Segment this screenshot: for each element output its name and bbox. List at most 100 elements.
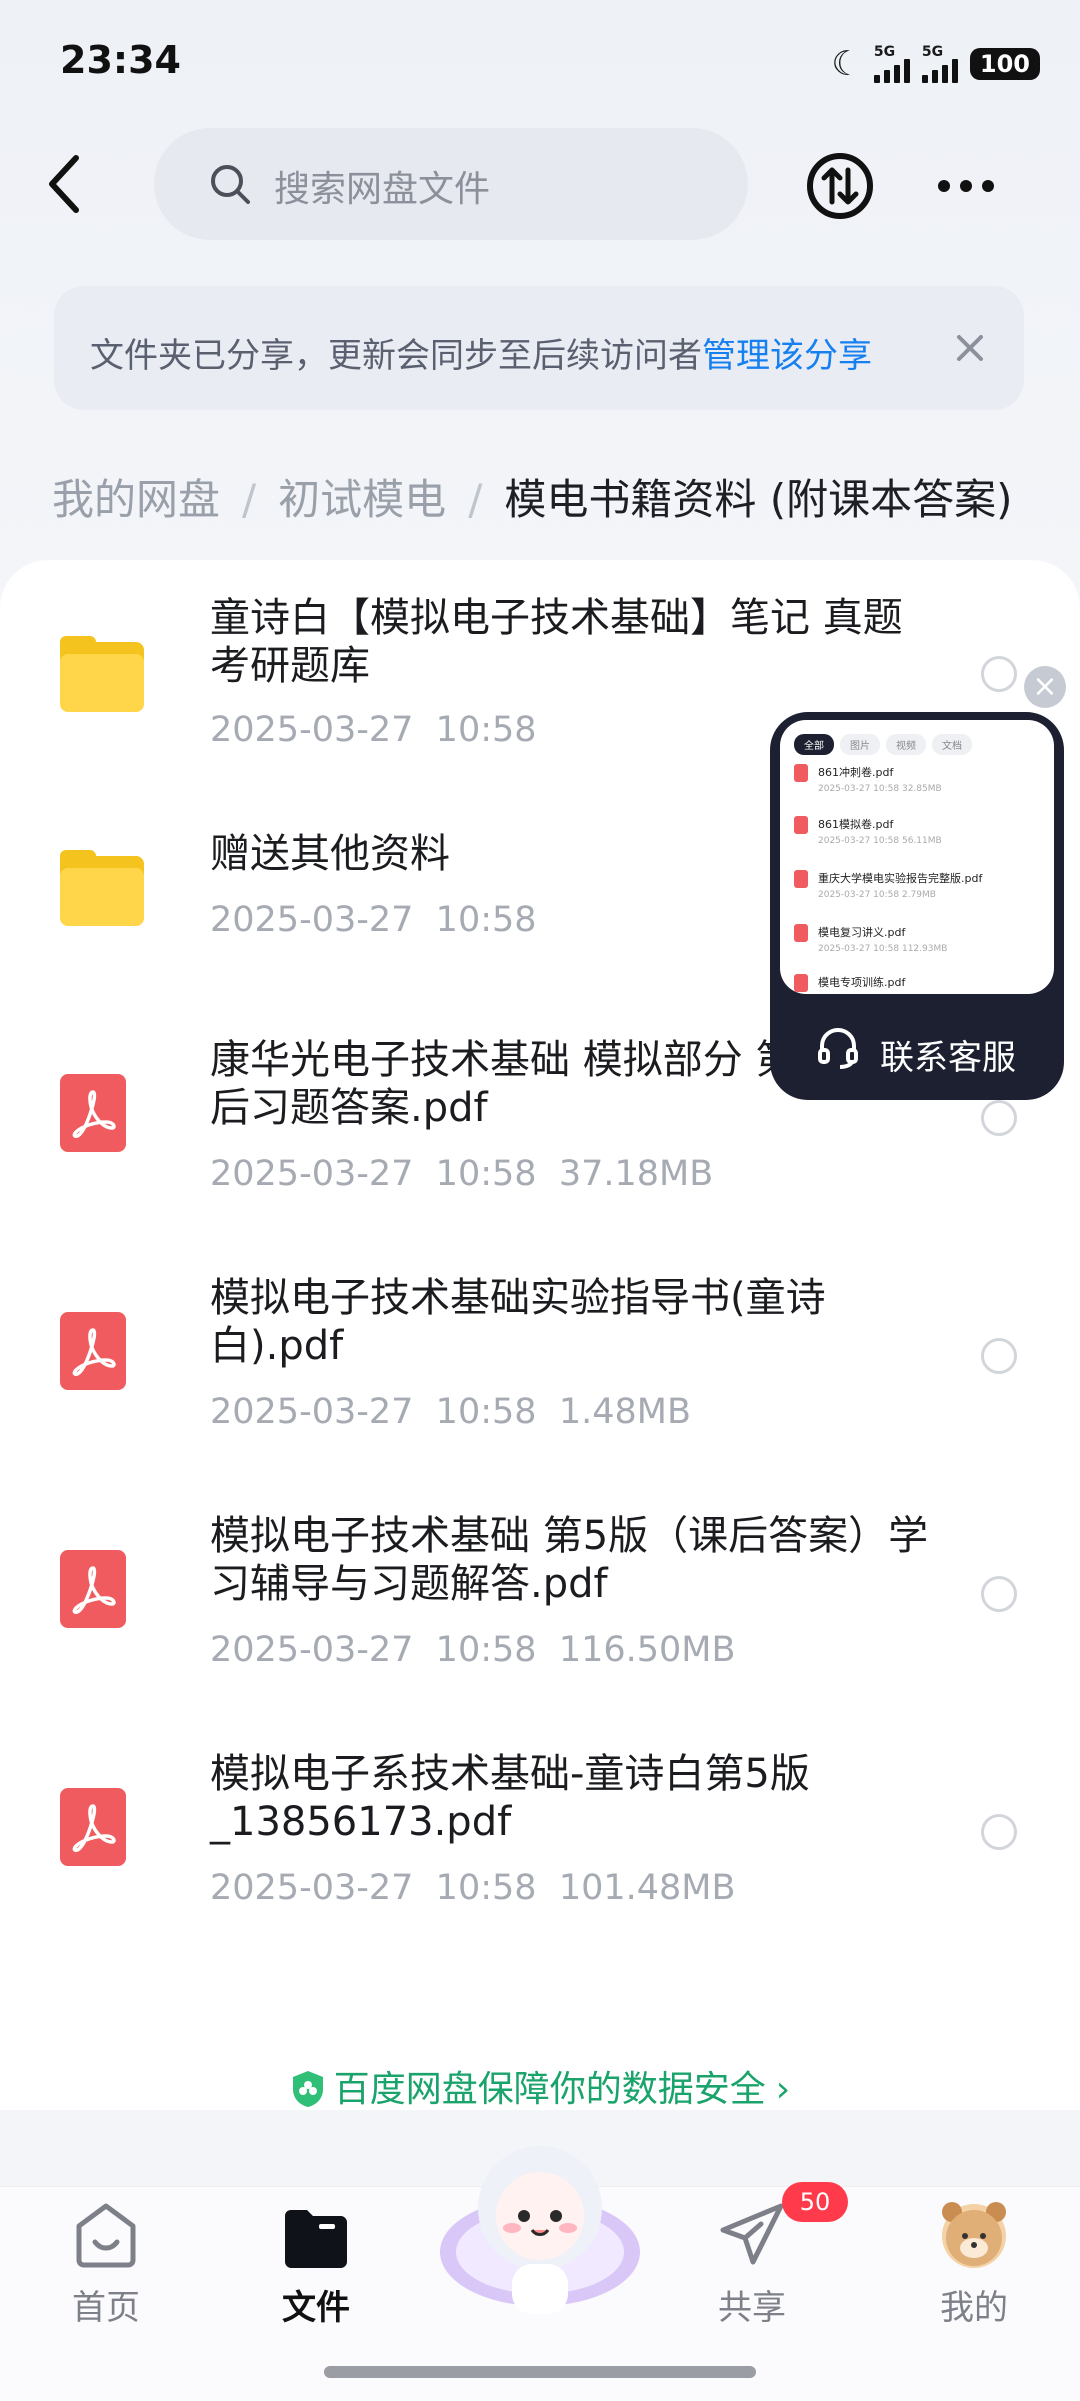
share-badge: 50	[782, 2182, 848, 2222]
file-name: 模拟电子技术基础 第5版（课后答案）学习辅导与习题解答.pdf	[210, 1513, 929, 1607]
list-item[interactable]: 模拟电子系技术基础-童诗白第5版_13856173.pdf 2025-03-27…	[0, 1750, 1080, 1920]
mini-file-meta: 2025-03-27 10:58 56.11MB	[818, 836, 942, 846]
status-time: 23:34	[60, 38, 181, 82]
file-name: 模拟电子系技术基础-童诗白第5版_13856173.pdf	[210, 1751, 810, 1845]
tab-home-label: 首页	[72, 2288, 140, 2328]
share-tip-message: 文件夹已分享，更新会同步至后续访问者	[90, 336, 702, 376]
file-size: 37.18MB	[558, 1154, 714, 1194]
transfer-button[interactable]	[806, 152, 874, 220]
file-date: 2025-03-27	[210, 710, 414, 750]
pdf-icon	[794, 870, 808, 888]
mini-file-name: 模电复习讲义.pdf	[818, 926, 906, 939]
folder-tab-icon	[285, 2210, 347, 2268]
home-icon	[76, 2203, 136, 2268]
pdf-icon	[60, 1074, 126, 1152]
mini-file-meta: 2025-03-27 10:58 112.93MB	[818, 944, 948, 954]
mini-tab: 图片	[840, 734, 880, 755]
mini-file-name: 861冲刺卷.pdf	[818, 766, 894, 779]
file-meta: 2025-03-27 10:58 1.48MB	[210, 1392, 691, 1432]
list-item[interactable]: 模拟电子技术基础 第5版（课后答案）学习辅导与习题解答.pdf 2025-03-…	[0, 1512, 1080, 1682]
file-name: 模拟电子技术基础实验指导书(童诗白).pdf	[210, 1275, 826, 1369]
safety-text: 百度网盘保障你的数据安全	[333, 2069, 766, 2110]
close-float-button[interactable]: ×	[1024, 666, 1066, 708]
chevron-right-icon: ›	[775, 2069, 791, 2110]
transfer-icon	[807, 153, 873, 219]
file-time: 10:58	[435, 1154, 537, 1194]
breadcrumb: 我的网盘 / 初试模电 / 模电书籍资料 (附课本答案)	[52, 466, 1012, 527]
preview-thumbnail: 全部 图片 视频 文档 861冲刺卷.pdf 2025-03-27 10:58 3…	[780, 720, 1054, 994]
file-time: 10:58	[435, 1630, 537, 1670]
pdf-icon	[794, 816, 808, 834]
breadcrumb-parent[interactable]: 初试模电	[278, 475, 446, 524]
file-size: 116.50MB	[558, 1630, 736, 1670]
file-size: 1.48MB	[558, 1392, 691, 1432]
signal-icon-2: 5G	[921, 45, 958, 83]
file-time: 10:58	[435, 1868, 537, 1908]
tab-share-label: 共享	[718, 2288, 786, 2328]
search-icon	[208, 162, 252, 210]
close-tip-button[interactable]	[956, 334, 984, 362]
pdf-icon	[794, 764, 808, 782]
pdf-icon	[60, 1550, 126, 1628]
pdf-icon	[60, 1788, 126, 1866]
mini-file-meta: 2025-03-27 10:58 32.85MB	[818, 784, 942, 794]
file-meta: 2025-03-27 10:58 101.48MB	[210, 1868, 736, 1908]
list-item[interactable]: 模拟电子技术基础实验指导书(童诗白).pdf 2025-03-27 10:58 …	[0, 1274, 1080, 1444]
status-icons: ☾ 5G 5G 100	[831, 42, 1040, 86]
safety-notice[interactable]: 百度网盘保障你的数据安全 ›	[0, 2060, 1080, 2112]
file-name: 童诗白【模拟电子技术基础】笔记 真题考研题库	[210, 595, 903, 689]
file-meta: 2025-03-27 10:58 116.50MB	[210, 1630, 736, 1670]
mini-file-name: 861模拟卷.pdf	[818, 818, 894, 831]
pdf-icon	[60, 1312, 126, 1390]
file-time: 10:58	[435, 710, 537, 750]
close-icon	[957, 335, 983, 361]
mini-list-item: 861模拟卷.pdf 2025-03-27 10:58 56.11MB	[794, 816, 942, 846]
mini-list-item: 重庆大学模电实验报告完整版.pdf 2025-03-27 10:58 2.79MB	[794, 870, 982, 900]
breadcrumb-root[interactable]: 我的网盘	[52, 475, 220, 524]
mini-list-item: 861冲刺卷.pdf 2025-03-27 10:58 32.85MB	[794, 764, 942, 794]
file-time: 10:58	[435, 1392, 537, 1432]
customer-service-label: 联系客服	[880, 1038, 1016, 1078]
mini-list-item: 模电复习讲义.pdf 2025-03-27 10:58 112.93MB	[794, 924, 947, 954]
select-radio[interactable]	[981, 1576, 1017, 1612]
paper-plane-icon	[720, 2203, 784, 2265]
manage-share-link[interactable]: 管理该分享	[702, 336, 872, 376]
folder-icon	[60, 850, 144, 928]
file-date: 2025-03-27	[210, 900, 414, 940]
mini-tab: 全部	[794, 734, 834, 755]
signal-icon-1: 5G	[873, 45, 910, 83]
breadcrumb-current: 模电书籍资料 (附课本答案)	[504, 475, 1013, 524]
headset-icon	[816, 1026, 860, 1074]
breadcrumb-separator: /	[468, 475, 483, 524]
back-button[interactable]	[44, 154, 84, 214]
assistant-mascot-button[interactable]	[432, 2124, 648, 2324]
select-radio[interactable]	[981, 1338, 1017, 1374]
mini-file-name: 模电专项训练.pdf	[818, 976, 906, 989]
pdf-icon	[794, 924, 808, 942]
share-tip-text: 文件夹已分享，更新会同步至后续访问者管理该分享	[90, 328, 872, 377]
tab-mine-label: 我的	[940, 2288, 1008, 2328]
mini-tab: 文档	[932, 734, 972, 755]
file-date: 2025-03-27	[210, 1868, 414, 1908]
select-radio[interactable]	[981, 1814, 1017, 1850]
mascot-icon	[440, 2146, 640, 2314]
file-date: 2025-03-27	[210, 1392, 414, 1432]
more-button[interactable]	[936, 176, 996, 196]
select-radio[interactable]	[981, 656, 1017, 692]
mini-tabs: 全部 图片 视频 文档	[794, 734, 972, 755]
file-meta: 2025-03-27 10:58	[210, 900, 537, 940]
file-size: 101.48MB	[558, 1868, 736, 1908]
select-radio[interactable]	[981, 1100, 1017, 1136]
battery-indicator: 100	[969, 48, 1040, 80]
home-indicator	[324, 2366, 756, 2378]
pdf-icon	[794, 974, 808, 992]
shield-icon	[292, 2071, 323, 2107]
search-placeholder: 搜索网盘文件	[274, 169, 491, 210]
tab-files-label: 文件	[282, 2288, 350, 2328]
folder-icon	[60, 636, 144, 714]
mini-file-meta: 2025-03-27 10:58 2.79MB	[818, 890, 936, 900]
file-meta: 2025-03-27 10:58 37.18MB	[210, 1154, 713, 1194]
mini-list-item: 模电专项训练.pdf	[794, 974, 905, 992]
breadcrumb-separator: /	[242, 475, 257, 524]
file-date: 2025-03-27	[210, 1154, 414, 1194]
